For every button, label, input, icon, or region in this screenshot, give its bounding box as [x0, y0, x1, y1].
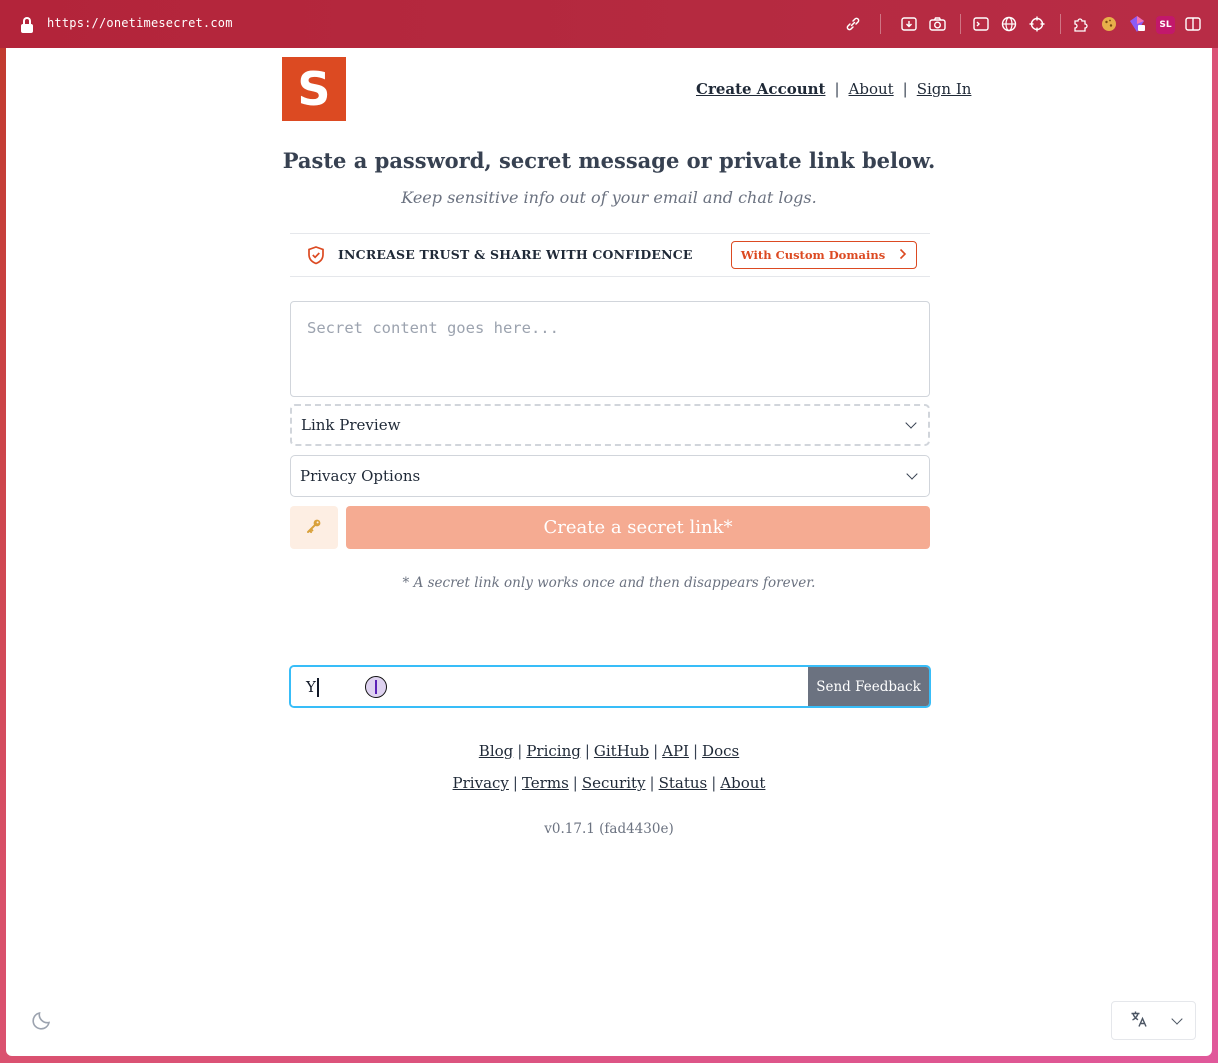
create-account-link[interactable]: Create Account	[696, 80, 825, 98]
footer-link-github[interactable]: GitHub	[594, 742, 649, 760]
cookie-icon[interactable]	[1100, 15, 1118, 33]
custom-domains-button[interactable]: With Custom Domains	[731, 241, 917, 269]
footer-links-secondary: Privacy | Terms | Security | Status | About	[452, 774, 766, 792]
translate-icon	[1130, 1010, 1148, 1032]
footer-link-api[interactable]: API	[662, 742, 689, 760]
site-logo[interactable]: S	[282, 57, 346, 121]
link-preview-label: Link Preview	[301, 416, 401, 434]
language-selector[interactable]	[1111, 1001, 1196, 1040]
text-caret	[317, 678, 319, 697]
globe-icon[interactable]	[1000, 15, 1018, 33]
trust-banner: INCREASE TRUST & SHARE WITH CONFIDENCE W…	[290, 233, 930, 277]
chevron-down-icon	[906, 468, 918, 480]
shield-check-icon	[306, 245, 326, 265]
page-subtitle: Keep sensitive info out of your email an…	[401, 188, 817, 207]
footer-link-status[interactable]: Status	[659, 774, 708, 792]
custom-domains-label: With Custom Domains	[740, 248, 886, 262]
chevron-down-icon	[905, 417, 917, 429]
sidebar-toggle-icon[interactable]	[1184, 15, 1202, 33]
footer-links-primary: Blog | Pricing | GitHub | API | Docs	[478, 742, 740, 760]
create-secret-link-button[interactable]: Create a secret link*	[346, 506, 930, 549]
web-page: S Create Account | About | Sign In Paste…	[6, 48, 1212, 1056]
nav-separator: |	[834, 80, 840, 98]
chevron-down-icon	[1171, 1012, 1183, 1025]
link-preview-dropdown[interactable]: Link Preview	[290, 404, 930, 446]
link-icon[interactable]	[844, 15, 862, 33]
version-label: v0.17.1 (fad4430e)	[544, 821, 674, 837]
feedback-form: Y Send Feedback	[289, 665, 931, 708]
footer-link-security[interactable]: Security	[582, 774, 646, 792]
camera-icon[interactable]	[928, 15, 946, 33]
send-feedback-button[interactable]: Send Feedback	[808, 667, 929, 706]
chevron-right-icon	[899, 248, 907, 263]
generate-password-button[interactable]	[290, 506, 338, 549]
mouse-cursor-icon	[365, 676, 387, 698]
terminal-icon[interactable]	[972, 15, 990, 33]
crosshair-icon[interactable]	[1028, 15, 1046, 33]
top-nav: Create Account | About | Sign In	[696, 80, 971, 98]
footer-link-docs[interactable]: Docs	[702, 742, 739, 760]
footer-link-terms[interactable]: Terms	[522, 774, 569, 792]
privacy-options-dropdown[interactable]: Privacy Options	[290, 455, 930, 497]
key-icon	[306, 518, 322, 538]
about-link[interactable]: About	[849, 80, 894, 98]
secret-placeholder: Secret content goes here...	[307, 319, 559, 337]
privacy-options-label: Privacy Options	[300, 467, 421, 485]
sign-in-link[interactable]: Sign In	[917, 80, 972, 98]
download-icon[interactable]	[900, 15, 918, 33]
footer-link-pricing[interactable]: Pricing	[526, 742, 581, 760]
feedback-input[interactable]: Y	[291, 667, 808, 706]
lock-icon	[20, 17, 34, 33]
extension-shield-icon[interactable]	[1128, 15, 1146, 33]
address-bar[interactable]: https://onetimesecret.com	[47, 16, 233, 30]
page-title: Paste a password, secret message or priv…	[282, 148, 936, 173]
feedback-value: Y	[306, 678, 316, 696]
browser-toolbar: https://onetimesecret.com SL	[0, 0, 1218, 48]
nav-separator: |	[902, 80, 908, 98]
secret-content-textarea[interactable]: Secret content goes here...	[290, 301, 930, 397]
footer-link-privacy[interactable]: Privacy	[453, 774, 509, 792]
footer-link-blog[interactable]: Blog	[479, 742, 513, 760]
footer-link-about[interactable]: About	[720, 774, 765, 792]
extensions-icon[interactable]	[1072, 15, 1090, 33]
profile-avatar[interactable]: SL	[1156, 16, 1175, 34]
trust-text: INCREASE TRUST & SHARE WITH CONFIDENCE	[338, 247, 693, 262]
footnote: * A secret link only works once and then…	[402, 575, 816, 591]
moon-icon[interactable]	[32, 1008, 54, 1030]
